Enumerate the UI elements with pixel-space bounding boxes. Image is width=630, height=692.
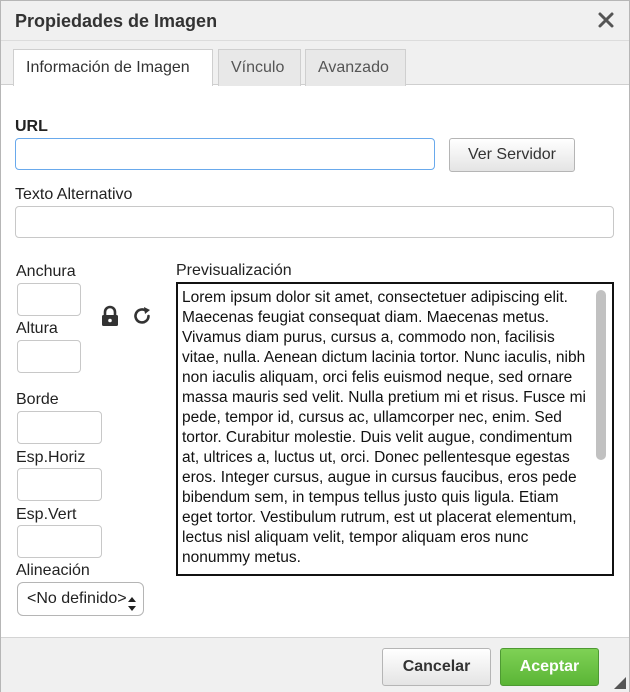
vspace-label: Esp.Vert bbox=[16, 506, 77, 523]
preview-label: Previsualización bbox=[176, 262, 292, 279]
select-arrows-icon bbox=[127, 592, 137, 611]
resize-handle-icon[interactable] bbox=[611, 674, 627, 690]
preview-scrollbar[interactable] bbox=[596, 290, 606, 460]
image-properties-dialog: Propiedades de Imagen Información de Ima… bbox=[0, 0, 630, 692]
dialog-title: Propiedades de Imagen bbox=[15, 11, 218, 31]
vspace-input[interactable] bbox=[17, 525, 102, 558]
hspace-input[interactable] bbox=[17, 468, 102, 501]
hspace-label: Esp.Horiz bbox=[16, 449, 86, 466]
border-label: Borde bbox=[16, 391, 59, 408]
tab-image-info[interactable]: Información de Imagen bbox=[13, 49, 213, 86]
height-label: Altura bbox=[16, 320, 58, 337]
browse-server-button[interactable]: Ver Servidor bbox=[449, 138, 575, 172]
close-icon[interactable] bbox=[595, 9, 617, 31]
width-label: Anchura bbox=[16, 263, 76, 280]
alignment-select[interactable]: <No definido> bbox=[17, 582, 144, 616]
image-preview[interactable]: Lorem ipsum dolor sit amet, consectetuer… bbox=[176, 282, 614, 576]
preview-text: Lorem ipsum dolor sit amet, consectetuer… bbox=[182, 289, 586, 566]
cancel-button[interactable]: Cancelar bbox=[382, 648, 491, 686]
tab-advanced[interactable]: Avanzado bbox=[305, 49, 406, 86]
dialog-titlebar[interactable]: Propiedades de Imagen bbox=[1, 1, 629, 41]
accept-button[interactable]: Aceptar bbox=[500, 648, 599, 686]
alignment-select-value: <No definido> bbox=[27, 590, 127, 607]
alt-text-label: Texto Alternativo bbox=[15, 186, 133, 203]
alt-text-input[interactable] bbox=[15, 206, 614, 238]
tab-link[interactable]: Vínculo bbox=[218, 49, 301, 86]
reset-size-icon[interactable] bbox=[131, 305, 153, 327]
lock-icon[interactable] bbox=[99, 305, 121, 327]
border-input[interactable] bbox=[17, 411, 102, 444]
url-input[interactable] bbox=[15, 138, 435, 170]
height-input[interactable] bbox=[17, 340, 81, 373]
alignment-label: Alineación bbox=[16, 562, 90, 579]
width-input[interactable] bbox=[17, 283, 81, 316]
dialog-footer: Cancelar Aceptar bbox=[1, 637, 629, 692]
url-label: URL bbox=[15, 118, 48, 135]
tab-bar: Información de Imagen Vínculo Avanzado bbox=[1, 41, 629, 86]
